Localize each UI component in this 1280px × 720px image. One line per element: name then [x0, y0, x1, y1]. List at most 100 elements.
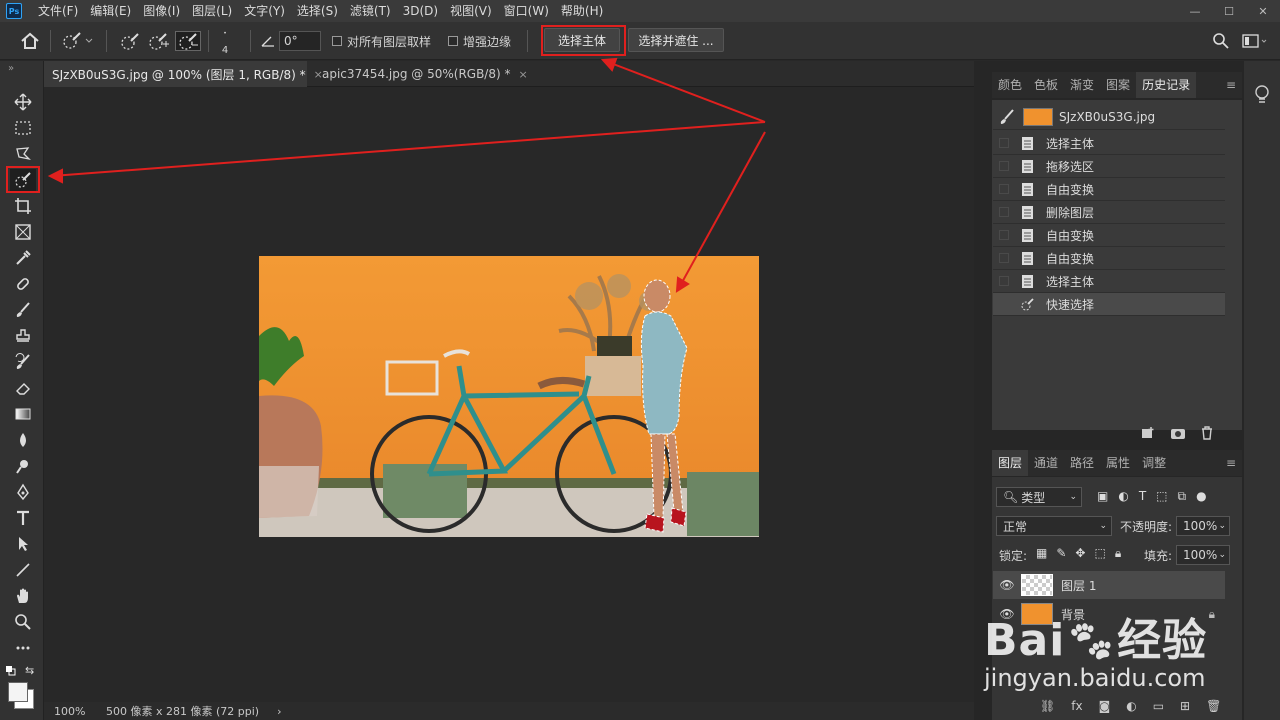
line-tool-icon[interactable] [10, 559, 36, 581]
close-button[interactable]: ✕ [1246, 0, 1280, 22]
document-image[interactable] [259, 256, 759, 537]
history-step[interactable]: 自由变换 [993, 224, 1225, 247]
tab-layers[interactable]: 图层 [992, 450, 1029, 476]
move-tool-icon[interactable] [10, 91, 36, 113]
menu-select[interactable]: 选择(S) [291, 0, 344, 22]
lock-artboard-icon[interactable]: ⬚ [1094, 546, 1105, 561]
filter-toggle-icon[interactable]: ● [1196, 489, 1206, 504]
adjustment-layer-icon[interactable]: ◐ [1126, 699, 1136, 713]
zoom-level[interactable]: 100% [54, 705, 96, 718]
tab-history[interactable]: 历史记录 [1136, 72, 1197, 98]
menu-3d[interactable]: 3D(D) [397, 0, 444, 22]
opacity-input[interactable]: 100% ⌄ [1176, 516, 1230, 536]
history-step-current[interactable]: 快速选择 [993, 293, 1225, 316]
dodge-tool-icon[interactable] [10, 455, 36, 477]
new-layer-icon[interactable]: ⊞ [1180, 699, 1190, 713]
history-step[interactable]: 自由变换 [993, 178, 1225, 201]
pen-tool-icon[interactable] [10, 481, 36, 503]
layer-filter-dropdown[interactable]: 🔍︎ 类型 ⌄ [996, 487, 1082, 507]
maximize-button[interactable]: ☐ [1212, 0, 1246, 22]
history-step[interactable]: 拖移选区 [993, 155, 1225, 178]
history-snapshot[interactable]: SJzXB0uS3G.jpg [993, 104, 1225, 130]
clone-stamp-tool-icon[interactable] [10, 325, 36, 347]
blend-mode-dropdown[interactable]: 正常 ⌄ [996, 516, 1112, 536]
tab-close-icon[interactable]: × [518, 68, 527, 81]
shape-filter-icon[interactable]: ⬚ [1156, 489, 1167, 504]
lock-pixels-icon[interactable]: ✎ [1056, 546, 1066, 561]
learn-lightbulb-icon[interactable] [1254, 85, 1270, 105]
menu-filter[interactable]: 滤镜(T) [344, 0, 397, 22]
tab-patterns[interactable]: 图案 [1100, 72, 1136, 98]
fx-icon[interactable]: fx [1071, 699, 1082, 713]
history-brush-tool-icon[interactable] [10, 351, 36, 373]
pixel-filter-icon[interactable]: ▣ [1097, 489, 1108, 504]
tab-properties[interactable]: 属性 [1100, 450, 1136, 476]
lock-position-icon[interactable]: ✥ [1075, 546, 1085, 561]
eyedropper-tool-icon[interactable] [10, 247, 36, 269]
swap-colors-icon[interactable]: ⇆ [25, 664, 34, 677]
history-step[interactable]: 选择主体 [993, 132, 1225, 155]
link-layers-icon[interactable]: ⛓︎ [1040, 699, 1055, 713]
hand-tool-icon[interactable] [10, 585, 36, 607]
tab-channels[interactable]: 通道 [1028, 450, 1064, 476]
menu-image[interactable]: 图像(I) [137, 0, 186, 22]
path-selection-tool-icon[interactable] [10, 533, 36, 555]
marquee-tool-icon[interactable] [10, 117, 36, 139]
adjustment-filter-icon[interactable]: ◐ [1118, 489, 1128, 504]
brush-size-picker[interactable]: • 4 [218, 31, 232, 57]
lock-all-icon[interactable]: 🔒︎ [1115, 546, 1121, 561]
fill-input[interactable]: 100% ⌄ [1176, 545, 1230, 565]
menu-edit[interactable]: 编辑(E) [84, 0, 137, 22]
healing-brush-tool-icon[interactable] [10, 273, 36, 295]
add-mask-icon[interactable]: ◙ [1099, 699, 1111, 713]
tool-preset-picker[interactable] [60, 31, 94, 51]
menu-window[interactable]: 窗口(W) [498, 0, 555, 22]
delete-layer-icon[interactable]: 🗑︎ [1206, 699, 1221, 713]
tab-paths[interactable]: 路径 [1064, 450, 1100, 476]
history-step[interactable]: 选择主体 [993, 270, 1225, 293]
angle-input[interactable]: 0° [279, 31, 321, 51]
frame-tool-icon[interactable] [10, 221, 36, 243]
tab-document-1[interactable]: SJzXB0uS3G.jpg @ 100% (图层 1, RGB/8) * × [44, 61, 323, 87]
menu-view[interactable]: 视图(V) [444, 0, 498, 22]
crop-tool-icon[interactable] [10, 195, 36, 217]
tab-gradients[interactable]: 渐变 [1064, 72, 1100, 98]
new-selection-icon[interactable] [118, 31, 142, 51]
panel-menu-icon[interactable]: ≡ [1220, 72, 1242, 98]
tab-document-2[interactable]: apic37454.jpg @ 50%(RGB/8) * × [314, 61, 536, 87]
home-icon[interactable] [20, 31, 40, 51]
workspace-icon[interactable] [1242, 31, 1268, 51]
type-filter-icon[interactable]: T [1139, 489, 1146, 504]
search-icon[interactable] [1212, 31, 1230, 51]
more-tools-icon[interactable] [10, 637, 36, 659]
tab-adjustments[interactable]: 调整 [1136, 450, 1172, 476]
visibility-eye-icon[interactable]: 👁︎ [993, 578, 1021, 592]
menu-file[interactable]: 文件(F) [32, 0, 84, 22]
gradient-tool-icon[interactable] [10, 403, 36, 425]
trash-icon[interactable] [1200, 426, 1214, 440]
new-document-from-state-icon[interactable] [1140, 426, 1156, 440]
minimize-button[interactable]: — [1178, 0, 1212, 22]
lock-transparency-icon[interactable]: ▦ [1036, 546, 1047, 561]
new-group-icon[interactable]: ▭ [1153, 699, 1164, 713]
camera-icon[interactable] [1170, 426, 1186, 440]
panel-menu-icon[interactable]: ≡ [1220, 450, 1242, 476]
foreground-color-swatch[interactable] [8, 682, 28, 702]
eraser-tool-icon[interactable] [10, 377, 36, 399]
brush-tool-icon[interactable] [10, 299, 36, 321]
subtract-from-selection-icon[interactable] [175, 31, 201, 51]
tab-color[interactable]: 颜色 [992, 72, 1028, 98]
blur-tool-icon[interactable] [10, 429, 36, 451]
menu-layer[interactable]: 图层(L) [186, 0, 238, 22]
zoom-tool-icon[interactable] [10, 611, 36, 633]
menu-help[interactable]: 帮助(H) [555, 0, 609, 22]
add-to-selection-icon[interactable] [146, 31, 170, 51]
type-tool-icon[interactable] [10, 507, 36, 529]
sample-all-layers-checkbox[interactable]: 对所有图层取样 [332, 31, 431, 51]
default-colors-icon[interactable] [6, 665, 16, 676]
status-menu-icon[interactable]: › [277, 705, 281, 718]
menu-type[interactable]: 文字(Y) [238, 0, 291, 22]
lasso-tool-icon[interactable] [10, 143, 36, 165]
history-step[interactable]: 删除图层 [993, 201, 1225, 224]
smart-object-filter-icon[interactable]: ⧉ [1178, 489, 1187, 504]
